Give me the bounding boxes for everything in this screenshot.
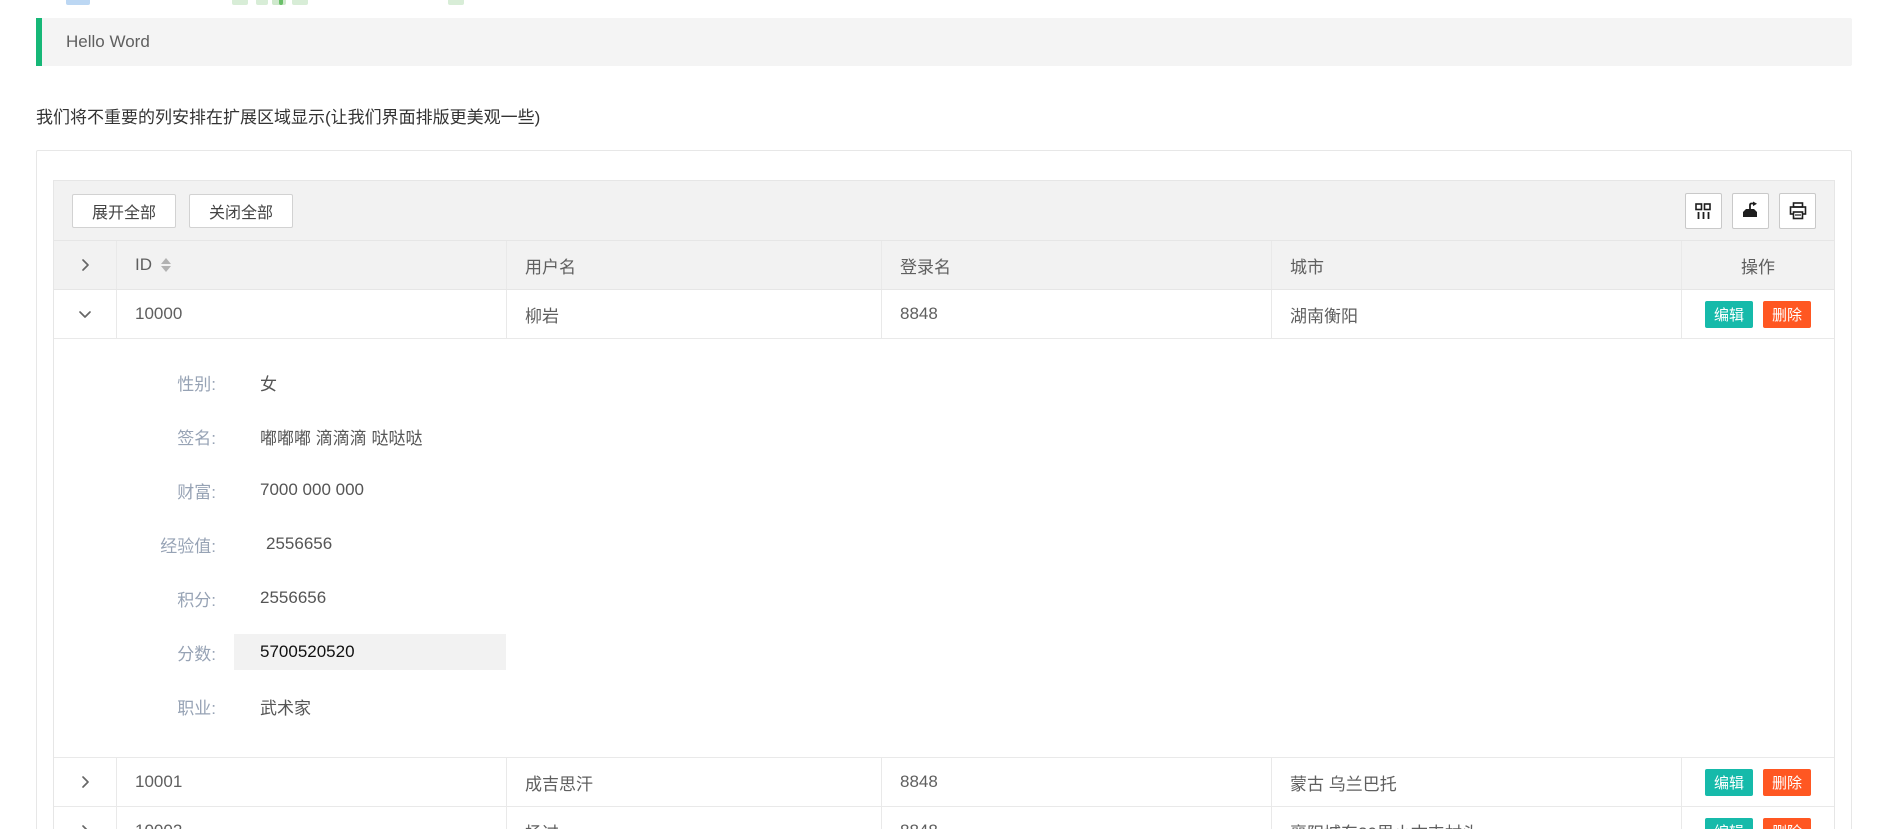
quote-text: Hello Word xyxy=(66,32,150,52)
cell-city: 蒙古 乌兰巴托 xyxy=(1272,758,1682,806)
table-row: 10001 成吉思汗 8848 蒙古 乌兰巴托 编辑 删除 xyxy=(54,758,1834,807)
edit-button[interactable]: 编辑 xyxy=(1705,301,1753,328)
clipped-chip xyxy=(232,0,248,5)
export-icon xyxy=(1741,201,1761,221)
delete-button[interactable]: 删除 xyxy=(1763,769,1811,796)
detail-item-experience: 经验值: 2556656 xyxy=(150,517,1834,571)
cell-city: 湖南衡阳 xyxy=(1272,290,1682,338)
table-header-row: ID 用户名 登录名 城市 操作 xyxy=(54,241,1834,290)
chevron-right-icon xyxy=(77,823,93,829)
detail-item-sex: 性别: 女 xyxy=(150,355,1834,409)
detail-item-signature: 签名: 嘟嘟嘟 滴滴滴 哒哒哒 xyxy=(150,409,1834,463)
quote-block: Hello Word xyxy=(36,18,1852,66)
table-widget: 展开全部 关闭全部 xyxy=(53,180,1835,829)
detail-value: 女 xyxy=(260,370,277,395)
table-toolbar: 展开全部 关闭全部 xyxy=(54,181,1834,241)
row-expand-toggle[interactable] xyxy=(54,758,117,806)
detail-item-score: 分数: xyxy=(150,625,1834,679)
edit-button[interactable]: 编辑 xyxy=(1705,818,1753,829)
cell-login: 8848 xyxy=(882,758,1272,806)
chevron-right-icon xyxy=(77,774,93,790)
header-id[interactable]: ID xyxy=(117,241,507,289)
row-collapse-toggle[interactable] xyxy=(54,290,117,338)
chevron-down-icon xyxy=(77,306,93,322)
clipped-chip xyxy=(279,0,283,5)
detail-value: 2556656 xyxy=(266,534,332,554)
filter-columns-button[interactable] xyxy=(1685,193,1722,229)
header-operations: 操作 xyxy=(1682,241,1834,289)
detail-value: 嘟嘟嘟 滴滴滴 哒哒哒 xyxy=(260,424,422,449)
detail-value: 2556656 xyxy=(260,588,326,608)
cell-city: 襄阳城东30里小古屯村头 xyxy=(1272,807,1682,829)
delete-button[interactable]: 删除 xyxy=(1763,818,1811,829)
cell-operations: 编辑 删除 xyxy=(1682,807,1834,829)
detail-label: 积分: xyxy=(150,586,216,611)
detail-value: 7000 000 000 xyxy=(260,480,364,500)
clipped-chip xyxy=(292,0,308,5)
score-input[interactable] xyxy=(234,634,506,670)
detail-item-occupation: 职业: 武术家 xyxy=(150,679,1834,733)
detail-item-wealth: 财富: 7000 000 000 xyxy=(150,463,1834,517)
page-description: 我们将不重要的列安排在扩展区域显示(让我们界面排版更美观一些) xyxy=(36,108,1852,128)
detail-label: 性别: xyxy=(150,370,216,395)
sort-desc-icon[interactable] xyxy=(161,266,171,272)
header-id-label: ID xyxy=(135,255,152,275)
detail-label: 经验值: xyxy=(150,532,216,557)
detail-label: 职业: xyxy=(150,694,216,719)
detail-item-points: 积分: 2556656 xyxy=(150,571,1834,625)
expand-all-button[interactable]: 展开全部 xyxy=(72,194,176,228)
header-city: 城市 xyxy=(1272,241,1682,289)
print-icon xyxy=(1788,201,1808,221)
table-card: 展开全部 关闭全部 xyxy=(36,150,1852,829)
sort-icon[interactable] xyxy=(161,258,171,272)
toolbar-icon-group xyxy=(1675,193,1816,229)
collapse-all-button[interactable]: 关闭全部 xyxy=(189,194,293,228)
print-button[interactable] xyxy=(1779,193,1816,229)
detail-label: 财富: xyxy=(150,478,216,503)
detail-label: 签名: xyxy=(150,424,216,449)
cell-id: 10001 xyxy=(117,758,507,806)
filter-columns-icon xyxy=(1694,202,1713,221)
cell-username: 杨过 xyxy=(507,807,882,829)
cell-id: 10002 xyxy=(117,807,507,829)
clipped-content-strip xyxy=(0,0,1888,6)
delete-button[interactable]: 删除 xyxy=(1763,301,1811,328)
cell-id: 10000 xyxy=(117,290,507,338)
detail-label: 分数: xyxy=(150,640,216,665)
header-expand-cell[interactable] xyxy=(54,241,117,289)
cell-username: 柳岩 xyxy=(507,290,882,338)
clipped-chip xyxy=(256,0,268,5)
sort-asc-icon[interactable] xyxy=(161,258,171,264)
clipped-chip xyxy=(66,0,90,5)
page-container: Hello Word 我们将不重要的列安排在扩展区域显示(让我们界面排版更美观一… xyxy=(0,18,1888,829)
table-row: 10000 柳岩 8848 湖南衡阳 编辑 删除 xyxy=(54,290,1834,339)
header-login: 登录名 xyxy=(882,241,1272,289)
edit-button[interactable]: 编辑 xyxy=(1705,769,1753,796)
cell-login: 8848 xyxy=(882,290,1272,338)
clipped-chip xyxy=(448,0,464,5)
cell-login: 8848 xyxy=(882,807,1272,829)
expanded-row-panel: 性别: 女 签名: 嘟嘟嘟 滴滴滴 哒哒哒 财富: 7000 000 000 经… xyxy=(54,339,1834,758)
export-button[interactable] xyxy=(1732,193,1769,229)
detail-value: 武术家 xyxy=(260,694,311,719)
row-expand-toggle[interactable] xyxy=(54,807,117,829)
cell-operations: 编辑 删除 xyxy=(1682,758,1834,806)
cell-username: 成吉思汗 xyxy=(507,758,882,806)
table-row: 10002 杨过 8848 襄阳城东30里小古屯村头 编辑 删除 xyxy=(54,807,1834,829)
cell-operations: 编辑 删除 xyxy=(1682,290,1834,338)
header-username: 用户名 xyxy=(507,241,882,289)
chevron-right-icon xyxy=(77,257,93,273)
